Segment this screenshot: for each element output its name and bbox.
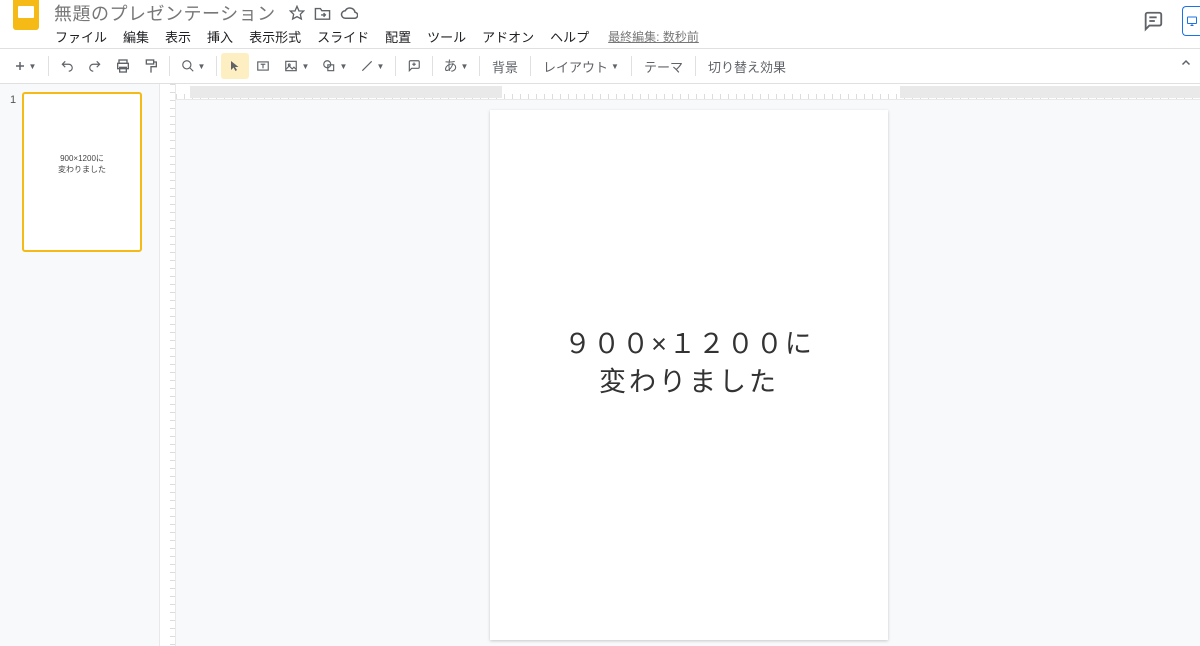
present-button[interactable]	[1182, 6, 1200, 36]
menu-slide[interactable]: スライド	[310, 24, 376, 49]
menu-edit[interactable]: 編集	[116, 24, 156, 49]
menu-insert[interactable]: 挿入	[200, 24, 240, 49]
thumbnail-panel: 1 900×1200に 変わりました	[0, 84, 160, 646]
comment-button[interactable]	[400, 53, 428, 79]
chevron-down-icon: ▼	[29, 62, 37, 71]
chevron-down-icon: ▼	[198, 62, 206, 71]
canvas-area[interactable]: ９００×１２００に 変わりました	[160, 84, 1200, 646]
slide-canvas[interactable]: ９００×１２００に 変わりました	[490, 110, 888, 640]
menu-tools[interactable]: ツール	[420, 24, 473, 49]
image-button[interactable]: ▼	[277, 53, 315, 79]
slide-text-line: ９００×１２００に	[490, 326, 888, 364]
collapse-toolbar-icon[interactable]	[1180, 57, 1192, 69]
horizontal-ruler	[176, 84, 1200, 100]
chevron-down-icon: ▼	[340, 62, 348, 71]
slides-logo[interactable]	[8, 0, 44, 31]
move-icon[interactable]	[314, 4, 332, 22]
thumbnail-number: 1	[10, 92, 16, 252]
separator	[695, 56, 696, 76]
vertical-ruler	[160, 84, 176, 646]
thumbnail-text: 変わりました	[58, 165, 106, 176]
theme-button[interactable]: テーマ	[636, 53, 691, 79]
transition-button[interactable]: 切り替え効果	[700, 53, 794, 79]
menu-addons[interactable]: アドオン	[475, 24, 541, 49]
separator	[395, 56, 396, 76]
menu-format[interactable]: 表示形式	[242, 24, 308, 49]
separator	[216, 56, 217, 76]
menu-help[interactable]: ヘルプ	[543, 24, 596, 49]
chevron-down-icon: ▼	[377, 62, 385, 71]
slide-title-text[interactable]: ９００×１２００に 変わりました	[490, 326, 888, 402]
select-tool-button[interactable]	[221, 53, 249, 79]
line-button[interactable]: ▼	[353, 53, 391, 79]
separator	[169, 56, 170, 76]
separator	[530, 56, 531, 76]
redo-button[interactable]	[81, 53, 109, 79]
cloud-icon[interactable]	[340, 4, 358, 22]
separator	[48, 56, 49, 76]
slide-thumbnail[interactable]: 900×1200に 変わりました	[22, 92, 142, 252]
new-slide-button[interactable]: ▼	[6, 53, 44, 79]
comments-icon[interactable]	[1142, 10, 1164, 32]
last-edit-label[interactable]: 最終編集: 数秒前	[608, 28, 699, 45]
toolbar: ▼ ▼ ▼ ▼ ▼ あ ▼ 背景	[0, 48, 1200, 84]
menu-file[interactable]: ファイル	[48, 24, 114, 49]
document-title[interactable]: 無題のプレゼンテーション	[50, 0, 280, 26]
star-icon[interactable]	[288, 4, 306, 22]
chevron-down-icon: ▼	[302, 62, 310, 71]
zoom-button[interactable]: ▼	[174, 53, 212, 79]
menu-bar: ファイル 編集 表示 挿入 表示形式 スライド 配置 ツール アドオン ヘルプ …	[0, 24, 1200, 48]
separator	[631, 56, 632, 76]
separator	[479, 56, 480, 76]
slide-text-line: 変わりました	[490, 364, 888, 402]
layout-button[interactable]: レイアウト▼	[535, 53, 627, 79]
chevron-down-icon: ▼	[611, 62, 619, 71]
shape-button[interactable]: ▼	[315, 53, 353, 79]
paint-format-button[interactable]	[137, 53, 165, 79]
menu-arrange[interactable]: 配置	[378, 24, 418, 49]
menu-view[interactable]: 表示	[158, 24, 198, 49]
print-button[interactable]	[109, 53, 137, 79]
thumbnail-text: 900×1200に	[60, 154, 104, 165]
input-method-button[interactable]: あ ▼	[437, 53, 475, 79]
textbox-button[interactable]	[249, 53, 277, 79]
separator	[432, 56, 433, 76]
undo-button[interactable]	[53, 53, 81, 79]
background-button[interactable]: 背景	[484, 53, 526, 79]
chevron-down-icon: ▼	[461, 62, 469, 71]
